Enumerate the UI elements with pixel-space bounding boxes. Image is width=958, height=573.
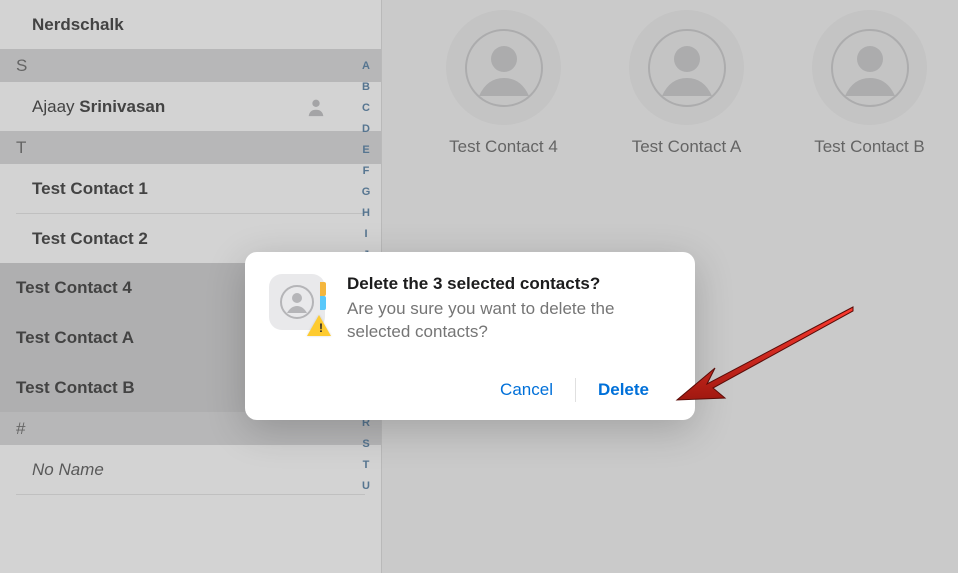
tab-decoration <box>320 282 326 310</box>
delete-confirmation-dialog: ! Delete the 3 selected contacts? Are yo… <box>245 252 695 420</box>
contacts-app-icon: ! <box>269 274 325 330</box>
dialog-message: Are you sure you want to delete the sele… <box>347 298 671 344</box>
cancel-button[interactable]: Cancel <box>478 372 575 408</box>
dialog-title: Delete the 3 selected contacts? <box>347 274 671 294</box>
delete-button[interactable]: Delete <box>576 372 671 408</box>
